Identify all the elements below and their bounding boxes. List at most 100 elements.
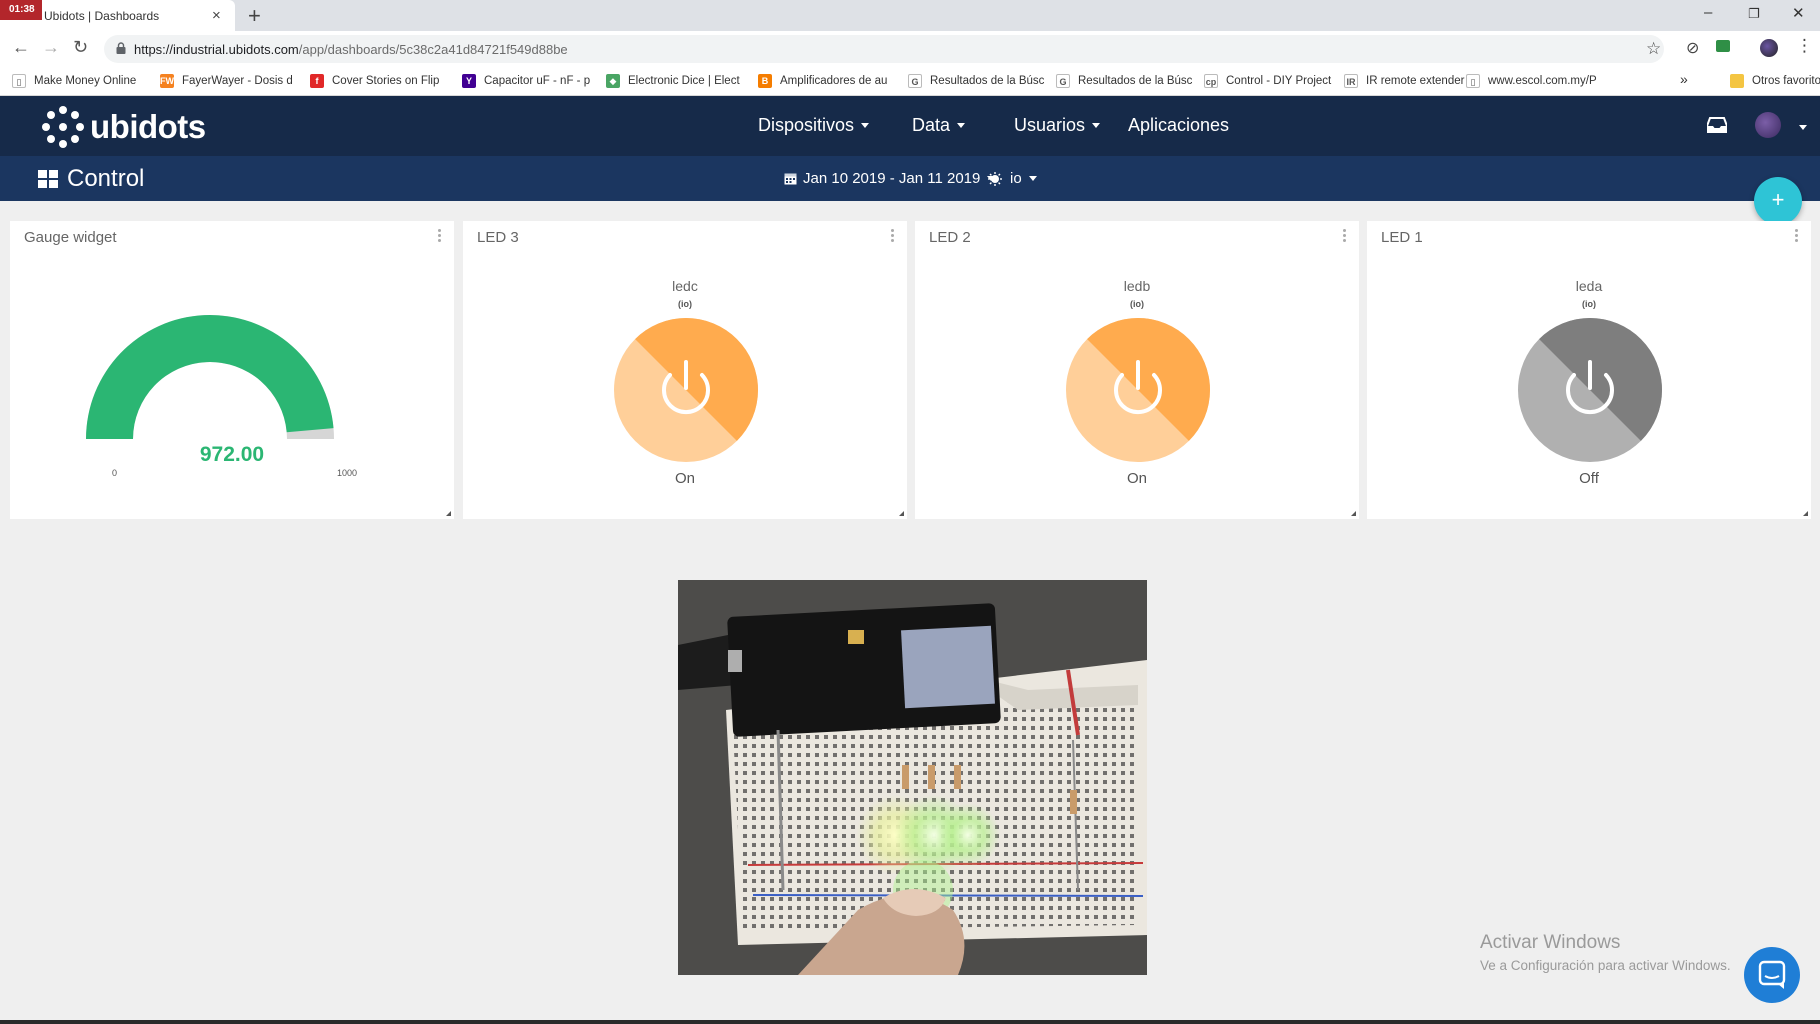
yahoo-icon: Y bbox=[462, 74, 476, 88]
close-window-icon[interactable]: ✕ bbox=[1792, 4, 1805, 22]
bookmarks-bar: Otros favoritos » ▯Make Money OnlineFWFa… bbox=[0, 67, 1820, 96]
nav-dispositivos[interactable]: Dispositivos bbox=[758, 115, 869, 136]
chevron-down-icon bbox=[1092, 123, 1100, 128]
ir-icon: IR bbox=[1344, 74, 1358, 88]
add-widget-button[interactable]: + bbox=[1754, 177, 1802, 225]
minimize-icon[interactable]: – bbox=[1704, 4, 1712, 21]
bookmark-label: Capacitor uF - nF - p bbox=[484, 75, 590, 87]
profile-icon[interactable] bbox=[1760, 39, 1778, 57]
other-favorites-label: Otros favoritos bbox=[1752, 75, 1820, 87]
widget-title: LED 1 bbox=[1381, 229, 1423, 246]
new-tab-button[interactable]: + bbox=[248, 3, 261, 29]
bookmark-item[interactable]: Y Capacitor uF - nF - p bbox=[462, 74, 590, 88]
nav-usuarios[interactable]: Usuarios bbox=[1014, 115, 1100, 136]
gauge-value: 972.00 bbox=[10, 443, 454, 467]
blogger-icon: B bbox=[758, 74, 772, 88]
variable-name: ledb bbox=[915, 278, 1359, 294]
led-widget-1: LED 1 leda (io) Off bbox=[1367, 221, 1811, 519]
activate-title: Activar Windows bbox=[1480, 932, 1731, 954]
bookmark-item[interactable]: GResultados de la Búsc bbox=[1056, 74, 1192, 88]
nav-dispositivos-label: Dispositivos bbox=[758, 115, 854, 136]
breadboard-photo bbox=[678, 580, 1147, 975]
gauge-min-label: 0 bbox=[112, 468, 117, 478]
google-icon: G bbox=[1056, 74, 1070, 88]
widget-menu-icon[interactable] bbox=[438, 229, 442, 243]
gauge-max-label: 1000 bbox=[337, 468, 357, 478]
dashboard-title[interactable]: Control bbox=[67, 165, 144, 193]
cast-extension-icon[interactable] bbox=[1716, 40, 1730, 52]
nav-data-label: Data bbox=[912, 115, 950, 136]
chrome-menu-icon[interactable]: ⋮ bbox=[1796, 36, 1813, 56]
diamond-icon: ◆ bbox=[606, 74, 620, 88]
avatar-chevron-down-icon[interactable] bbox=[1799, 125, 1807, 130]
cp-icon: cp bbox=[1204, 74, 1218, 88]
date-range-picker[interactable]: Jan 10 2019 - Jan 11 2019 bbox=[784, 170, 995, 187]
bookmark-item[interactable]: ◆ Electronic Dice | Elect bbox=[606, 74, 740, 88]
bookmark-label: Electronic Dice | Elect bbox=[628, 75, 740, 87]
widget-menu-icon[interactable] bbox=[1343, 229, 1347, 243]
forward-icon[interactable]: → bbox=[42, 37, 60, 58]
bookmark-star-icon[interactable]: ☆ bbox=[1646, 39, 1661, 59]
bookmark-item[interactable]: cpControl - DIY Project bbox=[1204, 74, 1331, 88]
block-extension-icon[interactable]: ⊘ bbox=[1686, 38, 1699, 58]
bookmark-label: Make Money Online bbox=[34, 75, 136, 87]
switch-state-label: On bbox=[463, 470, 907, 487]
widget-menu-icon[interactable] bbox=[1795, 229, 1799, 243]
url-host: https://industrial.ubidots.com bbox=[134, 42, 299, 57]
gauge-fill bbox=[86, 315, 334, 439]
chat-support-button[interactable] bbox=[1744, 947, 1800, 1003]
switch-toggle[interactable] bbox=[614, 318, 758, 462]
browser-tab[interactable]: 01:38 Ubidots | Dashboards × bbox=[0, 0, 235, 31]
bookmark-label: Resultados de la Búsc bbox=[930, 75, 1044, 87]
widget-resize-handle[interactable] bbox=[446, 511, 451, 516]
bookmark-label: Amplificadores de au bbox=[780, 75, 887, 87]
bookmark-label: IR remote extender bbox=[1366, 75, 1464, 87]
lock-icon bbox=[116, 42, 126, 54]
bookmark-item[interactable]: G Resultados de la Búsc bbox=[908, 74, 1044, 88]
more-bookmarks-button[interactable]: » bbox=[1680, 71, 1688, 87]
windows-activation-watermark: Activar Windows Ve a Configuración para … bbox=[1480, 932, 1731, 973]
url-text: https://industrial.ubidots.com/app/dashb… bbox=[134, 42, 568, 57]
widget-resize-handle[interactable] bbox=[1351, 511, 1356, 516]
inbox-icon[interactable] bbox=[1707, 116, 1727, 134]
bookmark-item[interactable]: FWFayerWayer - Dosis d bbox=[160, 74, 293, 88]
bookmark-item[interactable]: f Cover Stories on Flip bbox=[310, 74, 439, 88]
tab-close-icon[interactable]: × bbox=[212, 7, 221, 24]
page-icon: ▯ bbox=[1466, 74, 1480, 88]
date-range-label: Jan 10 2019 - Jan 11 2019 bbox=[803, 170, 980, 187]
device-selector[interactable]: io bbox=[988, 170, 1037, 187]
address-bar[interactable]: https://industrial.ubidots.com/app/dashb… bbox=[104, 35, 1664, 63]
fayerwayer-icon: FW bbox=[160, 74, 174, 88]
bookmark-item[interactable]: ▯Make Money Online bbox=[12, 74, 136, 88]
widget-menu-icon[interactable] bbox=[891, 229, 895, 243]
chevron-down-icon bbox=[957, 123, 965, 128]
bookmark-label: Cover Stories on Flip bbox=[332, 75, 439, 87]
widget-title: Gauge widget bbox=[24, 229, 117, 246]
restore-icon[interactable]: ❐ bbox=[1748, 6, 1760, 22]
switch-toggle[interactable] bbox=[1518, 318, 1662, 462]
back-icon[interactable]: ← bbox=[12, 37, 30, 58]
bookmark-label: www.escol.com.my/P bbox=[1488, 75, 1597, 87]
ubidots-logo[interactable]: ubidots bbox=[42, 106, 206, 148]
google-icon: G bbox=[908, 74, 922, 88]
nav-data[interactable]: Data bbox=[912, 115, 965, 136]
dashboard-grid-icon[interactable] bbox=[38, 170, 58, 188]
logo-text: ubidots bbox=[90, 108, 206, 146]
bookmark-item[interactable]: IR IR remote extender bbox=[1344, 74, 1464, 88]
nav-aplicaciones-label: Aplicaciones bbox=[1128, 115, 1229, 136]
widget-resize-handle[interactable] bbox=[1803, 511, 1808, 516]
flipboard-icon: f bbox=[310, 74, 324, 88]
user-avatar[interactable] bbox=[1755, 112, 1781, 138]
other-favorites[interactable]: Otros favoritos bbox=[1730, 74, 1820, 88]
bookmark-item[interactable]: B Amplificadores de au bbox=[758, 74, 887, 88]
browser-toolbar: ← → ↻ https://industrial.ubidots.com/app… bbox=[0, 31, 1820, 67]
switch-state-label: Off bbox=[1367, 470, 1811, 487]
bookmark-item[interactable]: ▯ www.escol.com.my/P bbox=[1466, 74, 1597, 88]
reload-icon[interactable]: ↻ bbox=[73, 37, 88, 58]
device-chip-icon bbox=[988, 172, 1002, 186]
nav-aplicaciones[interactable]: Aplicaciones bbox=[1128, 115, 1229, 136]
switch-toggle[interactable] bbox=[1066, 318, 1210, 462]
widget-resize-handle[interactable] bbox=[899, 511, 904, 516]
widget-title: LED 2 bbox=[929, 229, 971, 246]
variable-name: ledc bbox=[463, 278, 907, 294]
